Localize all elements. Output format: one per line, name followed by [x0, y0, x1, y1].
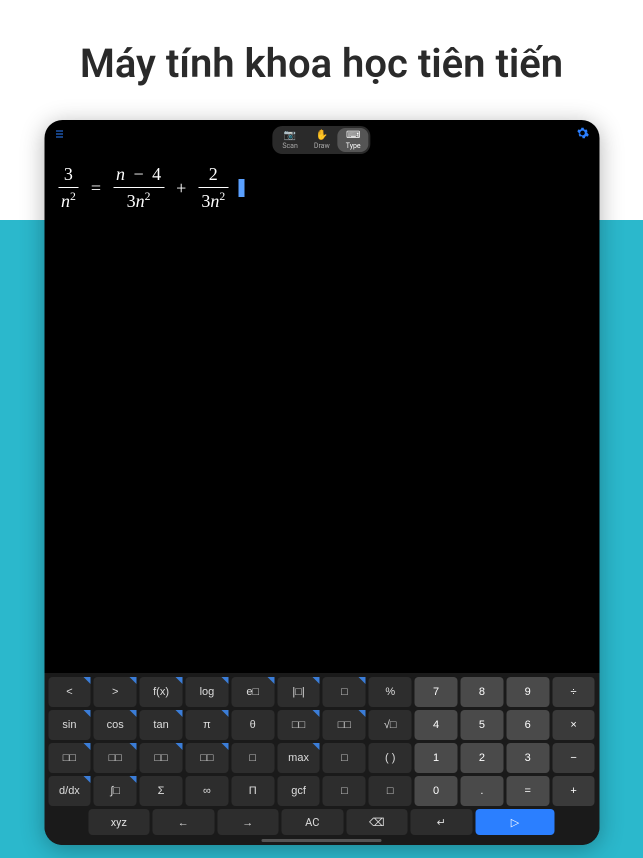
frac1-den-exp: 2	[70, 190, 76, 203]
frac2-den-n: n	[136, 191, 145, 211]
plus-sign: +	[172, 178, 190, 199]
mode-scan[interactable]: 📷 Scan	[274, 128, 306, 152]
math-keyboard: <>f(x)loge□|□|□%789÷sincostanπθ□□□□√□456…	[44, 673, 599, 845]
key-backspace[interactable]: ⌫	[346, 809, 408, 835]
key-r2-6[interactable]: □□	[323, 710, 366, 740]
keyboard-icon: ⌨	[346, 130, 360, 141]
frac2-minus: −	[130, 164, 148, 184]
key-r2-7[interactable]: √□	[369, 710, 412, 740]
key-r1-11[interactable]: ÷	[552, 677, 595, 707]
equation-display[interactable]: 3 n2 = n − 4 3n2 + 2 3n2	[44, 144, 599, 232]
key-r4-5[interactable]: gcf	[277, 776, 320, 806]
key-r4-0[interactable]: d/dx	[48, 776, 91, 806]
mode-draw-label: Draw	[314, 142, 330, 150]
key-r4-6[interactable]: □	[323, 776, 366, 806]
key-r3-0[interactable]: □□	[48, 743, 91, 773]
key-r1-8[interactable]: 7	[415, 677, 458, 707]
key-r3-2[interactable]: □□	[140, 743, 183, 773]
key-r2-8[interactable]: 4	[415, 710, 458, 740]
frac2-den-exp: 2	[145, 190, 151, 203]
key-all-clear[interactable]: AC	[282, 809, 344, 835]
key-r2-3[interactable]: π	[185, 710, 228, 740]
frac1-den-n: n	[61, 191, 70, 211]
equals-sign: =	[87, 178, 105, 199]
frac2-den-3: 3	[127, 191, 136, 211]
key-r4-8[interactable]: 0	[415, 776, 458, 806]
key-r4-4[interactable]: Π	[231, 776, 274, 806]
key-r2-4[interactable]: θ	[231, 710, 274, 740]
key-send[interactable]: ▷	[475, 809, 555, 835]
key-r1-4[interactable]: e□	[231, 677, 274, 707]
mode-type[interactable]: ⌨ Type	[338, 128, 369, 152]
key-r1-5[interactable]: |□|	[277, 677, 320, 707]
key-r3-10[interactable]: 3	[506, 743, 549, 773]
page-title: Máy tính khoa học tiên tiến	[0, 40, 643, 87]
key-r2-1[interactable]: cos	[94, 710, 137, 740]
key-r3-1[interactable]: □□	[94, 743, 137, 773]
frac2-num-n: n	[116, 164, 125, 184]
key-r1-0[interactable]: <	[48, 677, 91, 707]
key-r3-8[interactable]: 1	[415, 743, 458, 773]
camera-icon: 📷	[284, 130, 296, 141]
frac3-den-exp: 2	[219, 190, 225, 203]
key-r2-9[interactable]: 5	[460, 710, 503, 740]
key-r3-9[interactable]: 2	[460, 743, 503, 773]
key-r4-1[interactable]: ∫□	[94, 776, 137, 806]
key-r1-3[interactable]: log	[185, 677, 228, 707]
hand-icon: ✋	[316, 130, 328, 141]
key-r1-9[interactable]: 8	[460, 677, 503, 707]
key-r3-4[interactable]: □	[231, 743, 274, 773]
frac3-den-n: n	[210, 191, 219, 211]
key-r3-6[interactable]: □	[323, 743, 366, 773]
key-arrow-right[interactable]: →	[217, 809, 279, 835]
home-indicator[interactable]	[262, 839, 382, 842]
key-r4-9[interactable]: .	[460, 776, 503, 806]
menu-icon[interactable]	[54, 128, 66, 143]
fraction-2: n − 4 3n2	[113, 164, 164, 212]
key-r2-11[interactable]: ×	[552, 710, 595, 740]
input-mode-selector: 📷 Scan ✋ Draw ⌨ Type	[272, 126, 370, 154]
key-r4-7[interactable]: □	[369, 776, 412, 806]
key-r3-5[interactable]: max	[277, 743, 320, 773]
text-cursor	[238, 179, 244, 197]
key-xyz[interactable]: xyz	[88, 809, 150, 835]
fraction-1: 3 n2	[58, 164, 79, 212]
mode-scan-label: Scan	[282, 142, 298, 150]
key-enter[interactable]: ↵	[411, 809, 473, 835]
key-r1-6[interactable]: □	[323, 677, 366, 707]
mode-type-label: Type	[346, 142, 361, 150]
key-r4-2[interactable]: Σ	[140, 776, 183, 806]
frac2-num-4: 4	[152, 164, 161, 184]
key-r3-11[interactable]: −	[552, 743, 595, 773]
key-r2-0[interactable]: sin	[48, 710, 91, 740]
frac3-den-3: 3	[201, 191, 210, 211]
key-r1-10[interactable]: 9	[506, 677, 549, 707]
mode-draw[interactable]: ✋ Draw	[306, 128, 338, 152]
key-r1-1[interactable]: >	[94, 677, 137, 707]
key-r2-10[interactable]: 6	[506, 710, 549, 740]
key-r1-2[interactable]: f(x)	[140, 677, 183, 707]
key-r3-3[interactable]: □□	[185, 743, 228, 773]
device-frame: 📷 Scan ✋ Draw ⌨ Type 3 n2 = n − 4 3n2 +	[44, 120, 599, 845]
key-r3-7[interactable]: ( )	[369, 743, 412, 773]
key-r4-11[interactable]: +	[552, 776, 595, 806]
fraction-3: 2 3n2	[198, 164, 228, 212]
key-r1-7[interactable]: %	[369, 677, 412, 707]
key-r4-3[interactable]: ∞	[185, 776, 228, 806]
key-r2-5[interactable]: □□	[277, 710, 320, 740]
frac3-num: 2	[206, 164, 221, 185]
key-r4-10[interactable]: =	[506, 776, 549, 806]
key-arrow-left[interactable]: ←	[153, 809, 215, 835]
frac1-num: 3	[61, 164, 76, 185]
key-r2-2[interactable]: tan	[140, 710, 183, 740]
gear-icon[interactable]	[575, 126, 589, 144]
